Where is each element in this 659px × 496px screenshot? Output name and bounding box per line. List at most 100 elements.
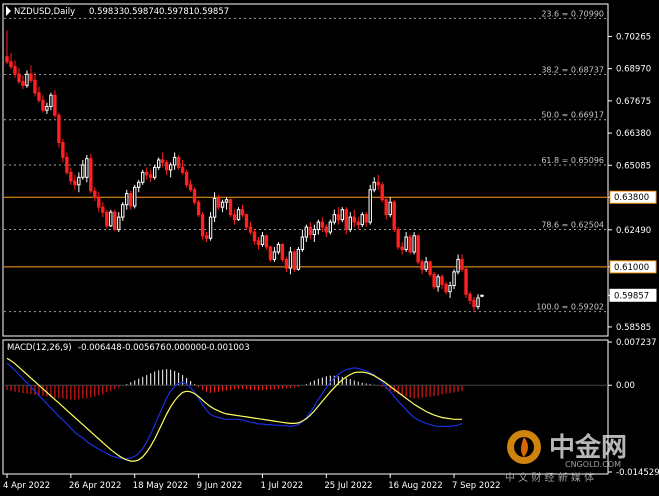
candle	[268, 245, 273, 262]
candle	[133, 184, 137, 209]
time-tick-label: 1 Jul 2022	[260, 481, 303, 491]
candle-body	[149, 174, 153, 178]
price-tick-label: 0.68970	[616, 65, 651, 75]
candle-body	[77, 176, 81, 186]
macd-main-value: -0.006448	[78, 343, 122, 353]
price-marker: 0.63800	[609, 190, 657, 204]
candle-body	[428, 261, 432, 275]
candle-body	[356, 221, 360, 226]
candle-body	[328, 221, 333, 233]
time-tick-label: 25 Jul 2022	[324, 481, 372, 491]
candle-body	[117, 216, 121, 231]
candle-body	[384, 199, 388, 216]
candle-body	[204, 235, 209, 239]
candle-body	[324, 226, 329, 233]
symbol-header: NZDUSD,Daily 0.59833 0.59874 0.59781 0.5…	[6, 6, 229, 17]
candle-body	[432, 273, 436, 288]
price-tick-label: 0.65085	[616, 161, 651, 171]
candle-body	[400, 246, 404, 250]
candle-body	[69, 171, 73, 182]
candle-body	[252, 231, 257, 242]
price-tick-label: 0.70265	[616, 32, 651, 42]
candle-body	[125, 193, 129, 206]
candle-body	[312, 229, 317, 236]
candle-body	[25, 73, 29, 86]
candle	[340, 207, 344, 223]
candle-body	[440, 276, 444, 285]
candle-body	[41, 99, 45, 111]
candle-body	[129, 193, 133, 207]
candle-body	[480, 294, 484, 297]
candle-body	[152, 166, 157, 178]
candle-body	[276, 243, 281, 253]
candle-body	[37, 92, 41, 101]
candle-body	[292, 251, 297, 270]
candle-body	[316, 221, 321, 231]
watermark-brand: 中金网	[549, 432, 627, 463]
macd-header: MACD(12,26,9) -0.006448 -0.005676 0.0000…	[7, 343, 250, 353]
candle-body	[332, 214, 337, 223]
candle	[192, 187, 197, 205]
candle-body	[408, 236, 412, 253]
ohlc-low: 0.59781	[159, 7, 194, 17]
candle-body	[364, 214, 368, 223]
ohlc-open: 0.59833	[89, 7, 124, 17]
candle-body	[256, 240, 261, 245]
macd-zero-value: 0.000000	[166, 343, 207, 353]
candle-body	[308, 226, 313, 236]
candle	[228, 198, 233, 218]
candle-body	[160, 159, 165, 163]
candle	[200, 212, 205, 240]
candle-body	[300, 236, 305, 250]
candle-body	[304, 226, 309, 238]
candle	[292, 249, 297, 272]
fib-label: 78.6 = 0.62504	[541, 220, 604, 229]
price-marker-label: 0.59857	[614, 291, 649, 301]
macd-tick-label: -0.014529	[616, 468, 659, 478]
candle-body	[85, 158, 89, 178]
candle-body	[472, 299, 476, 308]
candle	[392, 199, 396, 233]
candle	[109, 209, 113, 228]
watermark-logo-icon	[507, 430, 541, 464]
candle-body	[412, 235, 416, 253]
candle-body	[208, 216, 213, 239]
candle-body	[424, 261, 428, 270]
candle-body	[260, 235, 265, 245]
price-marker-label: 0.63800	[614, 193, 649, 203]
price-marker: 0.61000	[609, 260, 657, 274]
candle-body	[13, 66, 17, 75]
candle-body	[9, 61, 13, 68]
candle-body	[192, 189, 197, 203]
candle-body	[216, 197, 221, 208]
candle-body	[468, 293, 472, 301]
fib-label: 100.0 = 0.59202	[536, 303, 604, 312]
candle-body	[29, 73, 33, 81]
candle-body	[200, 214, 205, 237]
candle-body	[220, 201, 225, 208]
candle-body	[164, 161, 169, 171]
candle	[152, 164, 157, 180]
candle	[360, 212, 364, 228]
candle-body	[456, 258, 460, 273]
watermark-tagline: 中 文 财 经 新 媒 体	[505, 471, 594, 484]
candle-body	[49, 94, 53, 107]
candle-body	[296, 248, 301, 270]
candle-body	[348, 216, 352, 231]
candle-body	[404, 236, 408, 250]
time-tick-label: 9 Jun 2022	[197, 481, 243, 491]
candle	[184, 169, 189, 188]
watermark-domain: CNGOLD.COM	[565, 460, 621, 469]
candle-body	[188, 184, 193, 191]
macd-title: MACD(12,26,9)	[7, 343, 72, 353]
candle	[368, 184, 372, 225]
chart-canvas[interactable]: 23.6 = 0.70990 38.2 = 0.68737 50.0 = 0.669…	[0, 0, 659, 496]
candle	[113, 209, 117, 231]
candle-body	[5, 56, 9, 63]
time-tick-label: 4 Apr 2022	[3, 481, 50, 491]
fib-label: 50.0 = 0.66917	[541, 111, 604, 120]
candle-body	[388, 201, 392, 216]
candle-body	[184, 171, 189, 186]
ohlc-high: 0.59874	[124, 7, 159, 17]
price-marker: 0.59857	[609, 288, 657, 302]
